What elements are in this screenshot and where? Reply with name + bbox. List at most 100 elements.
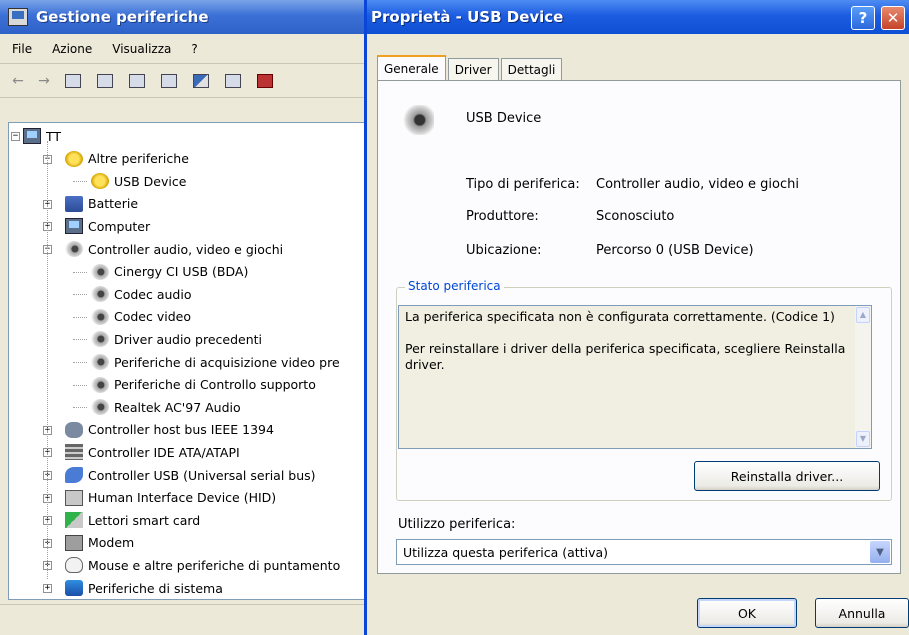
computer-icon bbox=[23, 128, 41, 144]
status-message-2: Per reinstallare i driver della periferi… bbox=[405, 341, 846, 372]
manufacturer-label: Produttore: bbox=[466, 209, 539, 224]
menu-azione[interactable]: Azione bbox=[52, 42, 92, 56]
tree-item[interactable]: Realtek AC'97 Audio bbox=[91, 396, 241, 418]
menu-file[interactable]: File bbox=[12, 42, 32, 56]
general-tab-panel: USB Device Tipo di periferica: Controlle… bbox=[377, 80, 901, 574]
device-status-title: Stato periferica bbox=[405, 279, 504, 293]
tree-item[interactable]: Controller audio, video e giochi bbox=[65, 238, 283, 260]
tab-strip: Generale Driver Dettagli bbox=[377, 54, 564, 81]
system-device-icon bbox=[65, 580, 83, 596]
tree-item[interactable]: Codec video bbox=[91, 306, 191, 328]
location-value: Percorso 0 (USB Device) bbox=[596, 243, 754, 258]
tree-item-label: Mouse e altre periferiche di puntamento bbox=[88, 557, 341, 573]
device-manager-title: Gestione periferiche bbox=[36, 8, 209, 26]
unknown-device-icon bbox=[65, 150, 83, 167]
manufacturer-value: Sconosciuto bbox=[596, 209, 675, 224]
tree-item-label: Controller audio, video e giochi bbox=[88, 241, 284, 257]
print-icon[interactable] bbox=[126, 70, 148, 92]
hid-icon bbox=[65, 489, 83, 506]
computer-icon bbox=[65, 218, 83, 235]
status-message-1: La periferica specificata non è configur… bbox=[405, 309, 835, 324]
tab-dettagli[interactable]: Dettagli bbox=[500, 58, 563, 80]
ok-button[interactable]: OK bbox=[697, 598, 797, 628]
tree-connector bbox=[73, 384, 87, 386]
tree-item[interactable]: Periferiche di acquisizione video pre bbox=[91, 351, 340, 373]
tree-item[interactable]: Driver audio precedenti bbox=[91, 328, 262, 350]
tree-item-label: Realtek AC'97 Audio bbox=[114, 399, 241, 415]
update-driver-icon[interactable] bbox=[222, 70, 244, 92]
tree-connector bbox=[73, 362, 87, 363]
menu-visualizza[interactable]: Visualizza bbox=[112, 42, 171, 56]
dialog-titlebar[interactable]: Proprietà - USB Device bbox=[367, 0, 909, 34]
device-manager-window: Gestione periferiche File Azione Visuali… bbox=[0, 0, 368, 635]
smart-card-icon bbox=[65, 512, 83, 529]
tree-item[interactable]: Codec audio bbox=[91, 283, 191, 305]
cancel-button[interactable]: Annulla bbox=[815, 598, 909, 628]
tree-connector bbox=[73, 271, 87, 273]
tab-driver[interactable]: Driver bbox=[447, 58, 499, 80]
usb-icon bbox=[65, 467, 83, 483]
tree-item[interactable]: Controller IDE ATA/ATAPI bbox=[65, 441, 240, 463]
scroll-up-icon[interactable]: ▲ bbox=[856, 307, 870, 323]
tree-item[interactable]: Cinergy CI USB (BDA) bbox=[91, 261, 248, 283]
tree-item[interactable]: TT bbox=[23, 125, 61, 147]
close-button[interactable]: ✕ bbox=[881, 6, 905, 30]
unknown-device-icon bbox=[91, 173, 109, 190]
device-type-value: Controller audio, video e giochi bbox=[596, 177, 799, 192]
tab-generale[interactable]: Generale bbox=[377, 55, 446, 81]
device-type-label: Tipo di periferica: bbox=[466, 177, 580, 192]
chevron-down-icon[interactable]: ▼ bbox=[870, 541, 890, 563]
tree-item[interactable]: Controller host bus IEEE 1394 bbox=[65, 419, 274, 441]
tree-item-label: Codec video bbox=[114, 309, 191, 325]
speaker-icon bbox=[91, 308, 109, 325]
tree-item[interactable]: Computer bbox=[65, 215, 150, 237]
tree-item[interactable]: Lettori smart card bbox=[65, 509, 200, 531]
tree-item[interactable]: Human Interface Device (HID) bbox=[65, 487, 276, 509]
device-usage-select[interactable]: Utilizza questa periferica (attiva) ▼ bbox=[396, 539, 892, 565]
device-usage-label: Utilizzo periferica: bbox=[398, 517, 516, 532]
tree-item[interactable]: Modem bbox=[65, 532, 134, 554]
properties-icon[interactable] bbox=[94, 70, 116, 92]
tree-item[interactable]: Batterie bbox=[65, 193, 138, 215]
scan-hardware-icon[interactable] bbox=[190, 70, 212, 92]
help-icon[interactable] bbox=[158, 70, 180, 92]
battery-icon bbox=[65, 195, 83, 212]
help-button[interactable]: ? bbox=[851, 6, 875, 30]
tree-item-label: Codec audio bbox=[114, 286, 192, 302]
tree-item-label: Batterie bbox=[88, 196, 139, 212]
back-arrow-icon[interactable]: ← bbox=[10, 70, 26, 92]
device-manager-titlebar[interactable]: Gestione periferiche bbox=[0, 0, 368, 34]
console-tree-icon[interactable] bbox=[62, 70, 84, 92]
uninstall-icon[interactable] bbox=[254, 70, 276, 92]
tree-item-label: Periferiche di acquisizione video pre bbox=[114, 354, 340, 370]
expand-icon[interactable]: + bbox=[43, 584, 52, 593]
properties-dialog: Proprietà - USB Device ? ✕ Generale Driv… bbox=[364, 0, 909, 635]
forward-arrow-icon[interactable]: → bbox=[36, 70, 52, 92]
tree-item[interactable]: USB Device bbox=[91, 170, 186, 192]
tree-connector bbox=[47, 141, 48, 579]
speaker-icon bbox=[91, 263, 109, 280]
tree-item-label: Periferiche di sistema bbox=[88, 580, 223, 596]
tree-item[interactable]: Periferiche di Controllo supporto bbox=[91, 374, 316, 396]
status-scrollbar[interactable]: ▲ ▼ bbox=[855, 306, 871, 448]
device-tree: TT − Altre periferiche − USB Device Batterie +… bbox=[8, 122, 368, 600]
speaker-icon bbox=[91, 354, 109, 370]
reinstall-driver-button[interactable]: Reinstalla driver... bbox=[694, 461, 880, 491]
tree-connector bbox=[73, 181, 87, 183]
status-bar bbox=[0, 604, 368, 635]
tree-connector bbox=[73, 316, 87, 318]
tree-item[interactable]: Mouse e altre periferiche di puntamento bbox=[65, 554, 340, 576]
tree-item[interactable]: Periferiche di sistema bbox=[65, 577, 223, 599]
tree-item[interactable]: Altre periferiche bbox=[65, 148, 189, 170]
device-name: USB Device bbox=[466, 111, 542, 126]
speaker-icon bbox=[91, 331, 109, 348]
tree-item[interactable]: Controller USB (Universal serial bus) bbox=[65, 464, 316, 486]
speaker-icon bbox=[91, 286, 109, 303]
tree-connector bbox=[73, 407, 87, 409]
menu-help[interactable]: ? bbox=[191, 42, 197, 56]
collapse-icon[interactable]: − bbox=[11, 132, 20, 141]
scroll-down-icon[interactable]: ▼ bbox=[856, 431, 870, 447]
menu-bar: File Azione Visualizza ? bbox=[0, 34, 368, 64]
speaker-icon bbox=[65, 241, 83, 257]
device-status-text[interactable]: La periferica specificata non è configur… bbox=[398, 305, 872, 449]
